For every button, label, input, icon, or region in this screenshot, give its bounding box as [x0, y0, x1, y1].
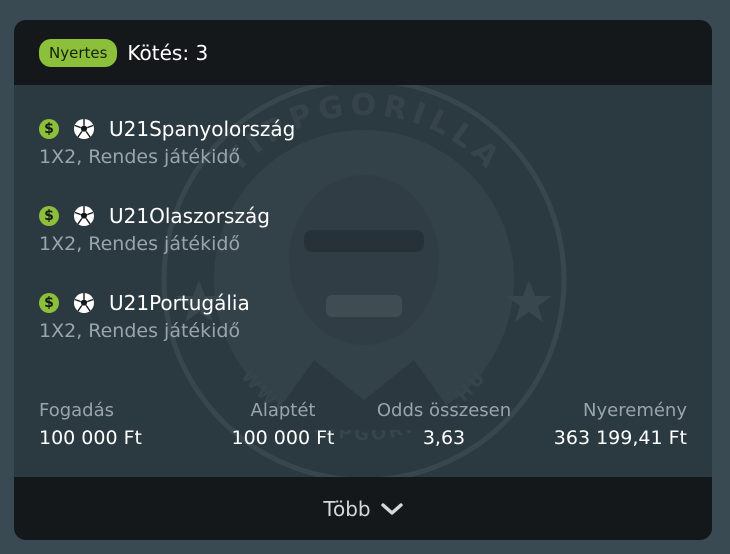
odds-stat: Odds összesen 3,63: [366, 400, 522, 450]
soccer-ball-icon: [74, 119, 94, 139]
stake-value: 100 000 Ft: [39, 427, 142, 449]
winnings-value: 363 199,41 Ft: [553, 427, 687, 449]
market-label: 1X2, Rendes játékidő: [39, 146, 241, 168]
selection-item: $ U21Spanyolország 1X2, Rendes játékidő: [39, 116, 295, 168]
bet-summary: Fogadás 100 000 Ft Alaptét 100 000 Ft Od…: [14, 400, 712, 450]
base-value: 100 000 Ft: [231, 427, 335, 449]
team-name: U21Olaszország: [109, 204, 270, 228]
market-label: 1X2, Rendes játékidő: [39, 233, 241, 255]
base-stat: Alaptét 100 000 Ft: [224, 400, 342, 450]
stake-label: Fogadás: [39, 400, 115, 421]
more-button[interactable]: Több: [14, 477, 712, 540]
soccer-ball-icon: [74, 206, 94, 226]
more-label: Több: [323, 496, 371, 521]
team-name: U21Spanyolország: [109, 117, 296, 141]
market-label: 1X2, Rendes játékidő: [39, 320, 241, 342]
dollar-icon: $: [39, 206, 59, 226]
dollar-icon: $: [39, 119, 59, 139]
status-badge: Nyertes: [39, 38, 118, 67]
odds-label: Odds összesen: [376, 400, 512, 421]
odds-value: 3,63: [422, 427, 466, 449]
selection-item: $ U21Portugália 1X2, Rendes játékidő: [39, 290, 250, 342]
winnings-label: Nyeremény: [583, 400, 687, 421]
base-label: Alaptét: [250, 400, 316, 421]
team-name: U21Portugália: [109, 291, 250, 315]
chevron-down-icon: [380, 502, 403, 515]
bet-card: TIPPGORILLA WWW.TIPPGORILLA.HU Nyertes K…: [14, 20, 712, 540]
selection-item: $ U21Olaszország 1X2, Rendes játékidő: [39, 203, 270, 255]
winnings-stat: Nyeremény 363 199,41 Ft: [554, 400, 687, 450]
stake-stat: Fogadás 100 000 Ft: [39, 400, 142, 450]
soccer-ball-icon: [74, 293, 94, 313]
dollar-icon: $: [39, 293, 59, 313]
bet-title: Kötés: 3: [127, 40, 209, 65]
card-header: Nyertes Kötés: 3: [14, 20, 712, 85]
